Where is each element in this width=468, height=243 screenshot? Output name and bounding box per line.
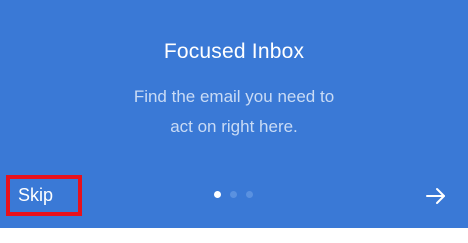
description-line-2: act on right here. bbox=[170, 117, 298, 136]
onboarding-description: Find the email you need to act on right … bbox=[0, 82, 468, 142]
description-line-1: Find the email you need to bbox=[133, 87, 335, 106]
onboarding-panel: Focused Inbox Find the email you need to… bbox=[0, 0, 468, 228]
page-indicator bbox=[214, 191, 253, 198]
page-dot-1 bbox=[214, 191, 221, 198]
skip-button[interactable]: Skip bbox=[6, 175, 82, 216]
page-dot-3 bbox=[246, 191, 253, 198]
page-title: Focused Inbox bbox=[163, 40, 305, 63]
arrow-right-icon[interactable] bbox=[422, 182, 450, 210]
page-dot-2 bbox=[230, 191, 237, 198]
